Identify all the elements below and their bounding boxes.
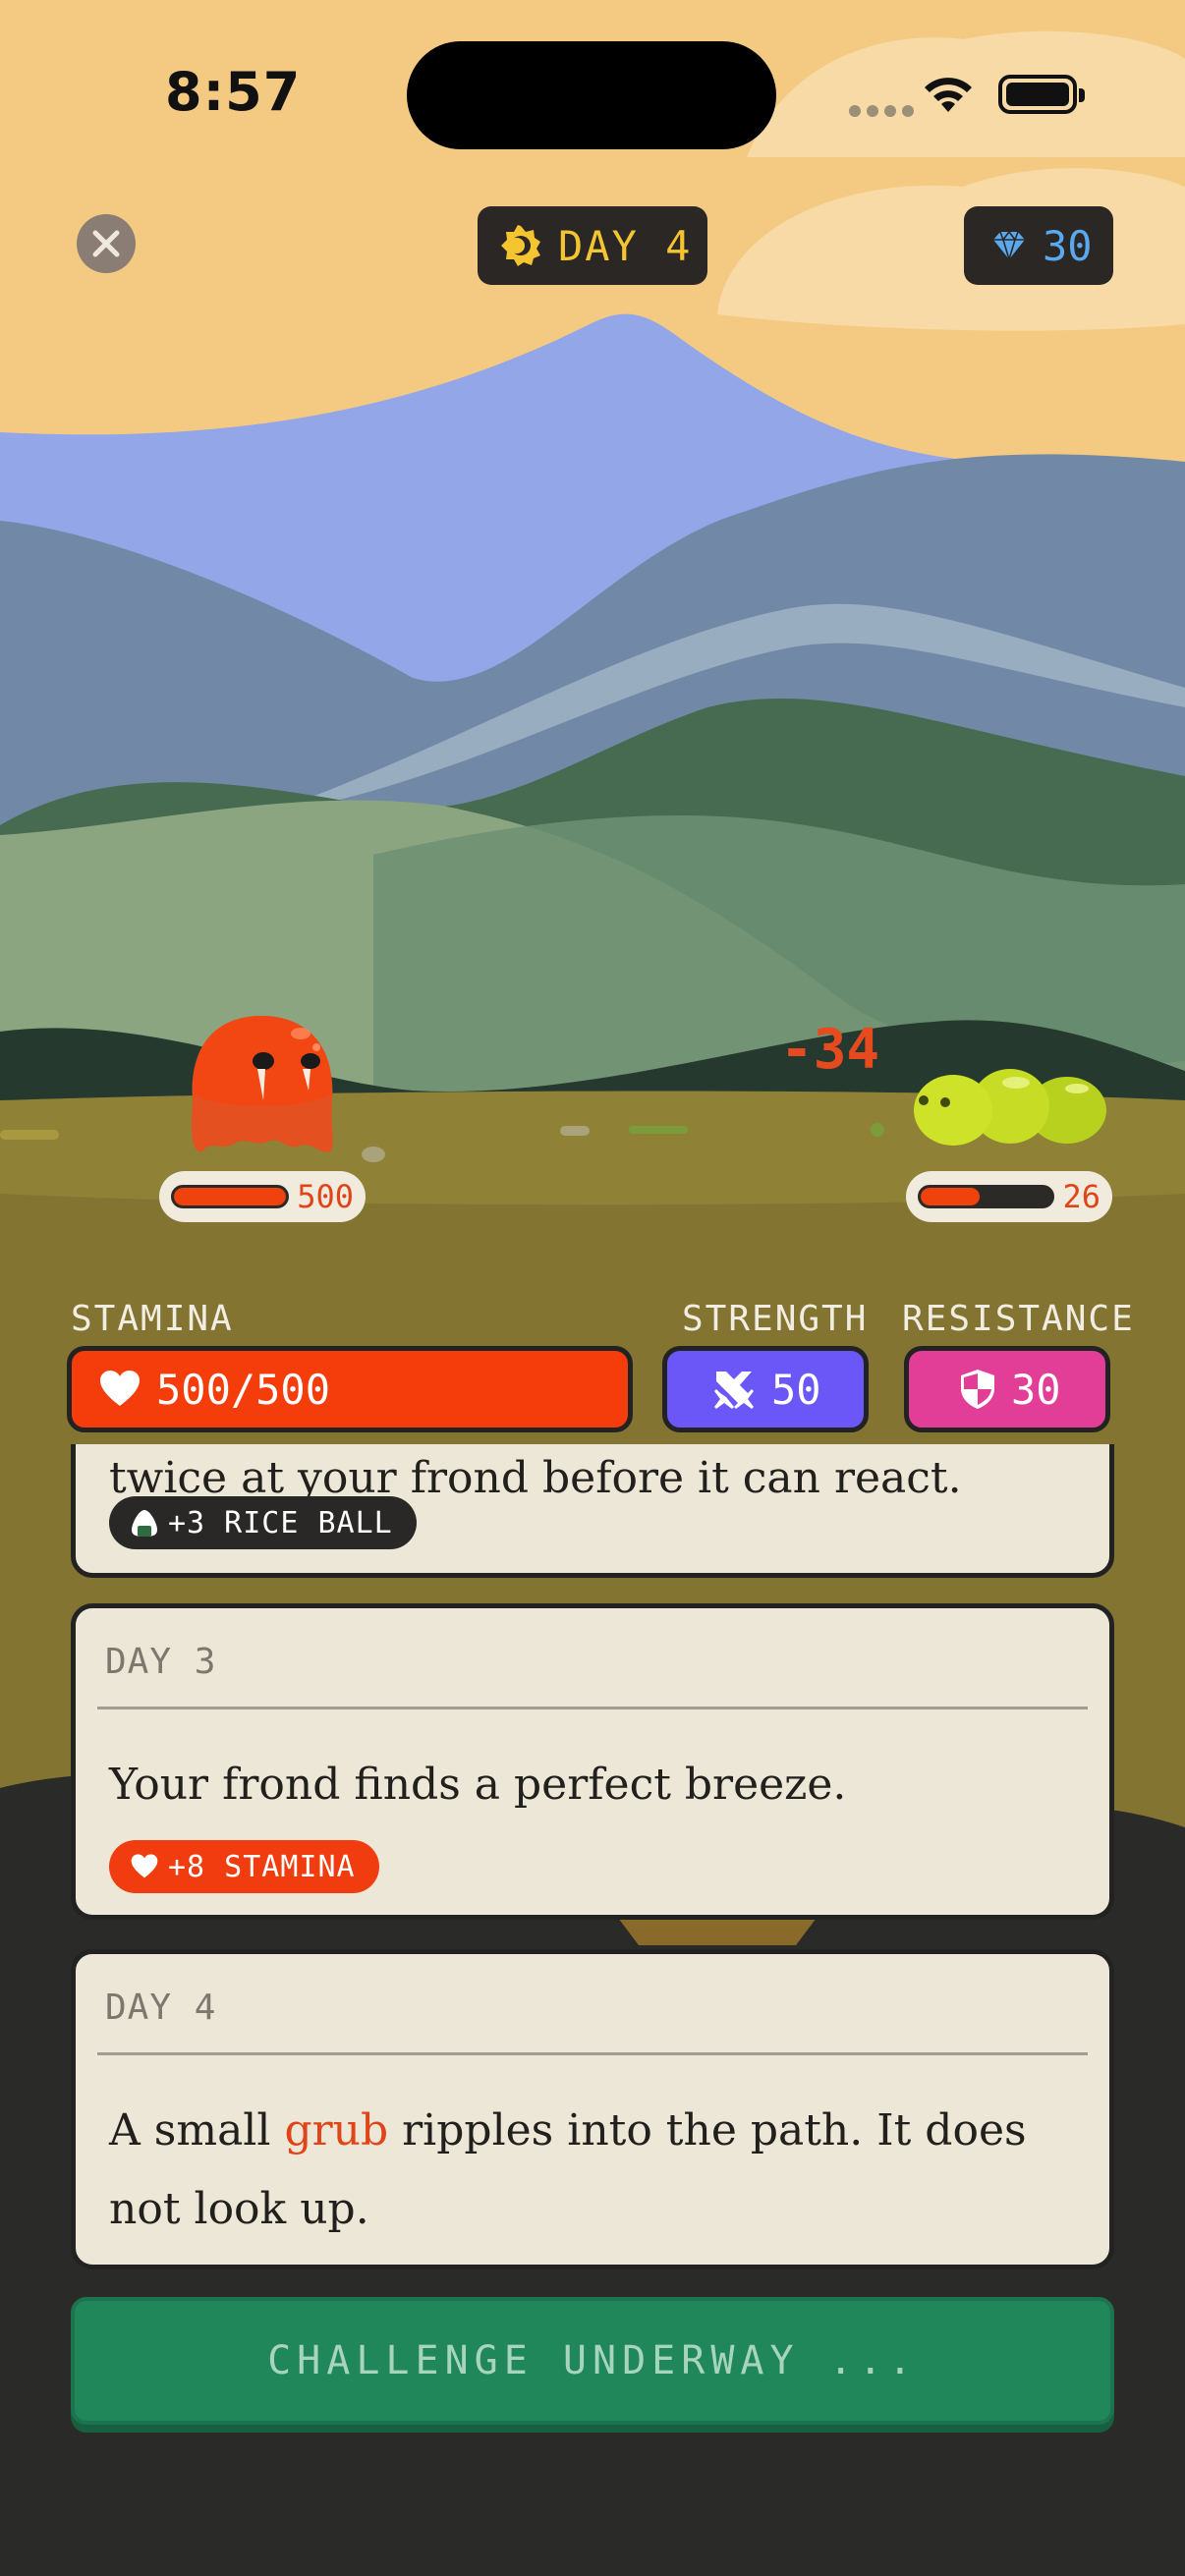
- enemy-grub[interactable]: [910, 1063, 1112, 1151]
- reward-tag-label: +8 STAMINA: [168, 1849, 356, 1884]
- log-day: DAY 3: [105, 1642, 217, 1682]
- player-health-fill: [174, 1188, 287, 1205]
- strength-label: STRENGTH: [682, 1299, 869, 1339]
- challenge-button[interactable]: CHALLENGE UNDERWAY ...: [71, 2297, 1114, 2425]
- enemy-health-bar: 26: [906, 1171, 1112, 1222]
- log-text: A small grub ripples into the path. It d…: [109, 2092, 1050, 2249]
- rice-ball-icon: [132, 1510, 157, 1537]
- sun-moon-icon: [501, 225, 540, 266]
- resistance-stat: 30: [904, 1346, 1110, 1432]
- log-card: twice at your frond before it can react.…: [71, 1444, 1114, 1578]
- log-divider: [97, 1707, 1088, 1709]
- signal-icon: [849, 102, 920, 121]
- battery-icon: [998, 75, 1085, 114]
- gem-count: 30: [1043, 221, 1093, 270]
- enemy-health-value: 26: [1062, 1178, 1100, 1215]
- stamina-value: 500/500: [156, 1365, 331, 1414]
- player-health-bar: 500: [159, 1171, 366, 1222]
- shield-icon: [961, 1370, 994, 1409]
- log-divider: [97, 2052, 1088, 2055]
- dynamic-island: [407, 41, 776, 149]
- log-text: Your frond finds a perfect breeze.: [109, 1760, 847, 1810]
- log-card: DAY 3 Your frond finds a perfect breeze.…: [71, 1603, 1114, 1920]
- damage-indicator: -34: [780, 1018, 880, 1082]
- day-label: DAY 4: [558, 221, 693, 270]
- resistance-label: RESISTANCE: [902, 1299, 1135, 1339]
- gem-counter: 30: [964, 206, 1113, 285]
- enemy-health-fill: [921, 1188, 981, 1205]
- log-day: DAY 4: [105, 1988, 217, 2028]
- resistance-value: 30: [1011, 1365, 1061, 1414]
- reward-tag: +3 RICE BALL: [109, 1496, 417, 1549]
- close-icon: [92, 230, 120, 257]
- wifi-icon: [925, 78, 972, 112]
- player-creature[interactable]: [183, 1012, 340, 1159]
- enemy-name-highlight[interactable]: grub: [284, 2105, 388, 2156]
- player-health-value: 500: [297, 1178, 354, 1215]
- close-button[interactable]: [77, 214, 136, 273]
- stamina-stat: 500/500: [67, 1346, 633, 1432]
- strength-value: 50: [771, 1365, 821, 1414]
- event-log[interactable]: twice at your frond before it can react.…: [0, 1444, 1185, 2279]
- gem-icon: [993, 230, 1025, 261]
- log-card: DAY 4 A small grub ripples into the path…: [71, 1949, 1114, 2269]
- reward-tag-label: +3 RICE BALL: [168, 1505, 393, 1540]
- stamina-label: STAMINA: [71, 1299, 234, 1339]
- status-time: 8:57: [165, 61, 302, 123]
- heart-icon: [131, 1854, 158, 1878]
- crossed-swords-icon: [714, 1372, 754, 1409]
- strength-stat: 50: [662, 1346, 869, 1432]
- heart-icon: [100, 1371, 140, 1406]
- reward-tag: +8 STAMINA: [109, 1840, 379, 1893]
- day-counter: DAY 4: [478, 206, 707, 285]
- log-text-start: A small: [109, 2105, 285, 2156]
